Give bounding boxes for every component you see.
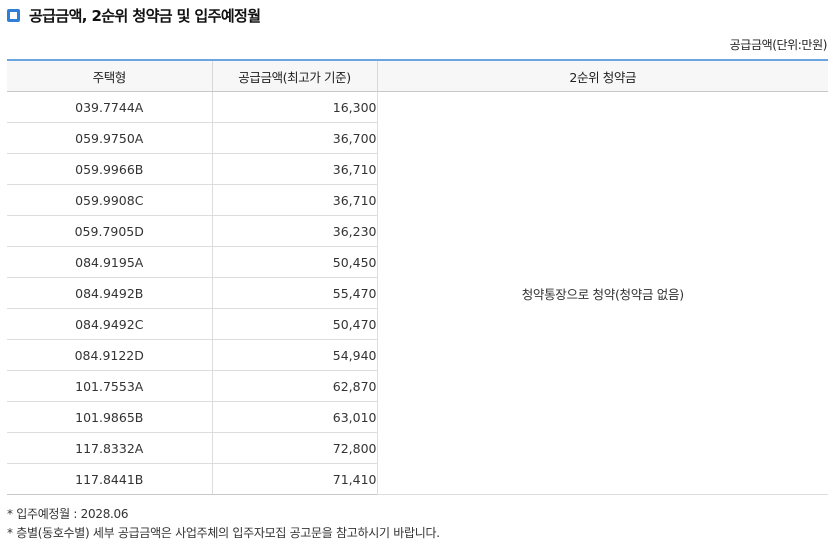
supply-price-table: 주택형 공급금액(최고가 기준) 2순위 청약금 039.7744A 16,300… bbox=[7, 59, 828, 495]
header-price: 공급금액(최고가 기준) bbox=[211, 59, 377, 92]
table-body: 039.7744A 16,300 청약통장으로 청약(청약금 없음) 059.9750… bbox=[7, 91, 828, 495]
cell-price: 36,710 bbox=[211, 153, 377, 185]
cell-type: 084.9492C bbox=[7, 308, 212, 340]
cell-type: 084.9122D bbox=[7, 339, 212, 371]
cell-type: 059.7905D bbox=[7, 215, 212, 247]
cell-type: 117.8441B bbox=[7, 463, 212, 495]
header-second-deposit: 2순위 청약금 bbox=[376, 59, 828, 92]
cell-price: 36,230 bbox=[211, 215, 377, 247]
cell-second-deposit: 청약통장으로 청약(청약금 없음) bbox=[376, 91, 828, 495]
cell-price: 62,870 bbox=[211, 370, 377, 402]
cell-type: 117.8332A bbox=[7, 432, 212, 464]
cell-type: 059.9750A bbox=[7, 122, 212, 154]
section-title: 공급금액, 2순위 청약금 및 입주예정월 bbox=[29, 6, 261, 25]
table-row: 039.7744A 16,300 청약통장으로 청약(청약금 없음) bbox=[7, 91, 828, 495]
cell-type: 059.9966B bbox=[7, 153, 212, 185]
cell-price: 55,470 bbox=[211, 277, 377, 309]
cell-price: 50,450 bbox=[211, 246, 377, 278]
cell-type: 084.9492B bbox=[7, 277, 212, 309]
cell-price: 72,800 bbox=[211, 432, 377, 464]
cell-type: 039.7744A bbox=[7, 91, 212, 123]
note-detail: * 층별(동호수별) 세부 공급금액은 사업주체의 입주자모집 공고문을 참고하… bbox=[7, 526, 440, 540]
note-move-in: * 입주예정월 : 2028.06 bbox=[7, 507, 129, 521]
cell-type: 101.7553A bbox=[7, 370, 212, 402]
cell-type: 059.9908C bbox=[7, 184, 212, 216]
unit-note: 공급금액(단위:만원) bbox=[729, 38, 828, 52]
square-bullet-icon bbox=[7, 8, 20, 22]
cell-price: 63,010 bbox=[211, 401, 377, 433]
cell-price: 16,300 bbox=[211, 91, 377, 123]
cell-type: 084.9195A bbox=[7, 246, 212, 278]
cell-price: 54,940 bbox=[211, 339, 377, 371]
table-header-row: 주택형 공급금액(최고가 기준) 2순위 청약금 bbox=[7, 59, 828, 92]
cell-type: 101.9865B bbox=[7, 401, 212, 433]
footnotes: * 입주예정월 : 2028.06 * 층별(동호수별) 세부 공급금액은 사업… bbox=[7, 505, 440, 543]
cell-price: 36,710 bbox=[211, 184, 377, 216]
cell-price: 50,470 bbox=[211, 308, 377, 340]
header-type: 주택형 bbox=[7, 59, 212, 92]
section-header: 공급금액, 2순위 청약금 및 입주예정월 bbox=[7, 4, 261, 26]
cell-price: 36,700 bbox=[211, 122, 377, 154]
cell-price: 71,410 bbox=[211, 463, 377, 495]
